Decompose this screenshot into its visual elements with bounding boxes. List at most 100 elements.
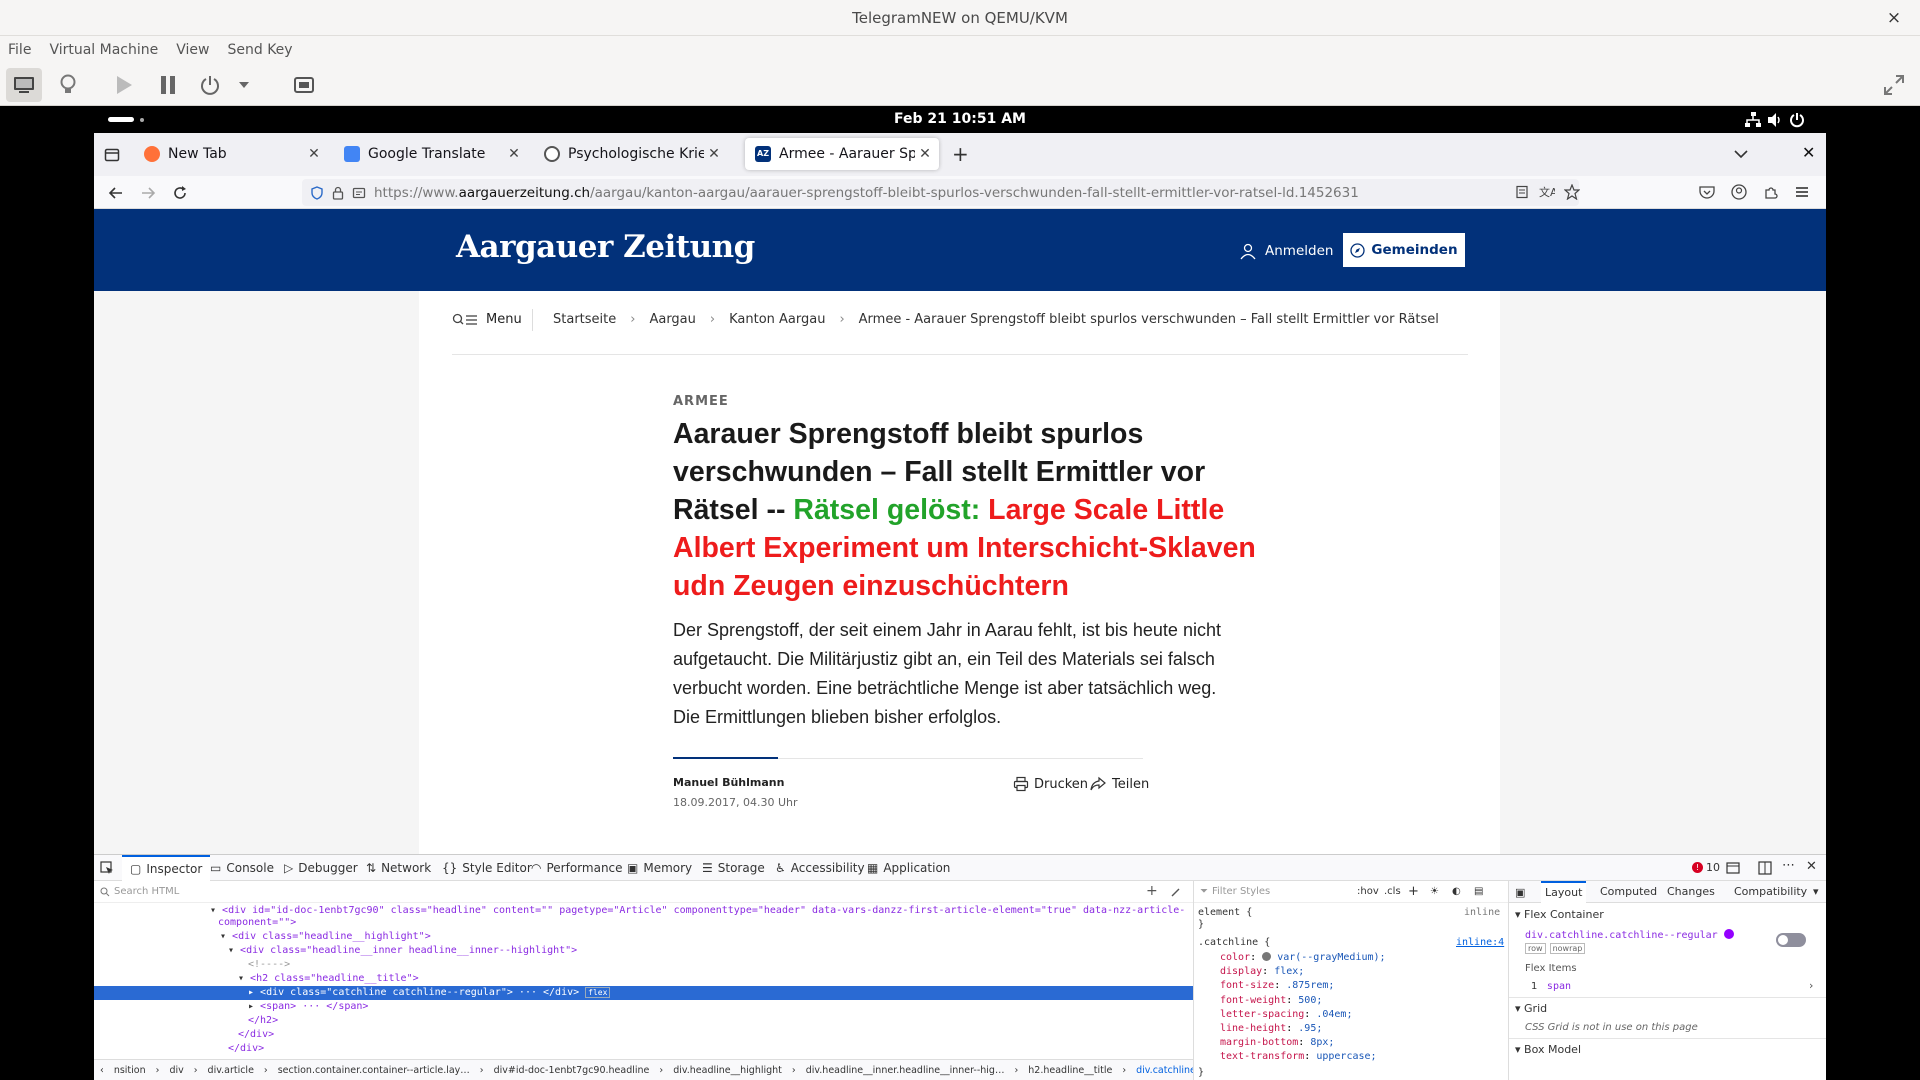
add-rule-button[interactable]: + [1408,884,1419,899]
url-bar[interactable]: https://www.aargauerzeitung.ch/aargau/ka… [302,179,1579,206]
markup-line-div-close[interactable]: </div> [94,1028,1193,1042]
tab-close-icon[interactable]: ✕ [304,146,324,162]
flexbox-highlighter-toggle[interactable] [1776,933,1806,947]
dock-side-icon[interactable] [1758,861,1772,875]
power-menu-icon[interactable] [1789,112,1805,128]
add-node-button[interactable]: + [1146,883,1158,899]
devtools-tab-console[interactable]: ▭ Console [210,855,274,881]
tab-psychologische[interactable]: Psychologische Kriegsfüh ✕ [534,138,728,170]
devtools-tab-network[interactable]: ⇅ Network [366,855,431,881]
fullscreen-button[interactable] [1876,68,1912,102]
layout-tab[interactable]: Layout [1541,881,1587,903]
print-button[interactable]: Drucken [1013,776,1088,792]
node-crumb[interactable]: div [169,1065,183,1076]
compatibility-tab[interactable]: Compatibility [1734,885,1807,898]
window-close-button[interactable]: × [1884,0,1904,36]
devtools-tab-debugger[interactable]: ▷ Debugger [284,855,358,881]
catchline-rule[interactable]: .catchline { [1198,937,1270,948]
clock[interactable]: Feb 21 10:51 AM [94,106,1826,133]
breadcrumb-aargau[interactable]: Aargau [649,312,695,327]
translate-page-icon[interactable]: 文A [1539,185,1555,199]
hamburger-menu-icon[interactable] [1794,185,1810,199]
tab-overview-icon[interactable] [104,146,120,162]
error-counter[interactable]: ! 10 [1692,861,1720,874]
flex-highlight-color[interactable] [1723,929,1734,939]
volume-icon[interactable] [1767,112,1783,128]
devtools-tab-performance[interactable]: ◠ Performance [531,855,623,881]
snapshot-button[interactable] [286,68,322,102]
menu-button[interactable]: Menu [452,312,522,327]
tab-close-icon[interactable]: ✕ [704,146,724,162]
markup-line-comment[interactable]: <!----> [94,958,1193,972]
devtools-tab-inspector[interactable]: ▢ Inspector [122,855,211,881]
declaration[interactable]: letter-spacing: .04em; [1220,1008,1386,1022]
reader-view-icon[interactable] [1515,185,1529,199]
sidebar-toggle-icon[interactable]: ▣ [1515,886,1525,899]
new-tab-button[interactable]: + [952,142,969,166]
markup-line-selected-catchline[interactable]: ▸ <div class="catchline catchline--regul… [94,986,1193,1000]
eyedropper-icon[interactable] [1170,886,1182,898]
search-html-bar[interactable]: Search HTML + [94,881,1193,903]
shutdown-button[interactable] [192,68,228,102]
rule-source-link[interactable]: inline:4 [1456,937,1504,948]
shield-icon[interactable] [310,185,324,200]
breadcrumb-startseite[interactable]: Startseite [553,312,616,327]
bookmark-star-icon[interactable] [1564,184,1580,200]
lock-icon[interactable] [332,186,344,200]
grid-header[interactable]: ▾ Grid [1515,1002,1547,1015]
node-crumb[interactable]: nsition [114,1065,146,1076]
light-scheme-icon[interactable]: ☀ [1430,886,1439,897]
filter-styles-bar[interactable]: ⏷ Filter Styles :hov .cls + ☀ ◐ ▤ [1194,881,1508,903]
devtools-options-button[interactable]: ⋯ [1782,858,1795,873]
list-tabs-icon[interactable] [1734,149,1748,159]
declaration[interactable]: text-transform: uppercase; [1220,1050,1386,1064]
back-icon[interactable] [108,185,124,201]
network-icon[interactable] [1745,112,1761,128]
node-crumb[interactable]: div#id-doc-1enbt7gc90.headline [494,1065,650,1076]
node-crumb[interactable]: div.article [208,1065,254,1076]
pocket-icon[interactable] [1699,185,1715,199]
reload-icon[interactable] [172,185,188,201]
forward-icon[interactable] [140,185,156,201]
menu-virtual-machine[interactable]: Virtual Machine [49,42,158,58]
devtools-tab-style-editor[interactable]: {} Style Editor [442,855,532,881]
declaration[interactable]: margin-bottom: 8px; [1220,1036,1386,1050]
devtools-tab-storage[interactable]: ☰ Storage [702,855,765,881]
markup-line-h2[interactable]: ▾ <h2 class="headline__title"> [94,972,1193,986]
declaration[interactable]: line-height: .95; [1220,1022,1386,1036]
node-crumb[interactable]: section.container.container--article.lay… [278,1065,470,1076]
element-rule[interactable]: element { [1198,907,1252,918]
devtools-tab-accessibility[interactable]: ♿ Accessibility [775,855,865,881]
devtools-tab-memory[interactable]: ▣ Memory [627,855,692,881]
more-tabs-icon[interactable]: ▾ [1813,885,1819,898]
flex-element[interactable]: div.catchline.catchline--regular [1525,929,1734,941]
shutdown-menu-button[interactable] [232,68,256,102]
flex-badge[interactable]: flex [585,987,611,998]
markup-line-span[interactable]: ▸ <span> ··· </span> [94,1000,1193,1014]
breadcrumb-kanton-aargau[interactable]: Kanton Aargau [729,312,825,327]
tab-close-icon[interactable]: ✕ [504,146,524,162]
computed-tab[interactable]: Computed [1600,885,1657,898]
markup-line-component[interactable]: component=""> [94,916,1193,930]
console-view-button[interactable] [6,68,42,102]
cls-toggle[interactable]: .cls [1384,886,1401,897]
pick-element-icon[interactable] [100,861,114,875]
url-text[interactable]: https://www.aargauerzeitung.ch/aargau/ka… [374,185,1359,201]
breadcrumb-scroll-left[interactable]: ‹ [100,1065,104,1076]
chevron-right-icon[interactable]: › [1809,979,1813,992]
declaration[interactable]: color: var(--grayMedium); [1220,951,1386,965]
communities-button[interactable]: Gemeinden [1343,233,1465,267]
login-link[interactable]: Anmelden [1239,242,1333,260]
markup-line-div-close[interactable]: </div> [94,1042,1193,1056]
flex-item-row[interactable]: 1 span [1531,981,1571,992]
permissions-icon[interactable] [352,186,366,200]
dark-scheme-icon[interactable]: ◐ [1452,886,1461,897]
flex-container-header[interactable]: ▾ Flex Container [1515,908,1604,921]
menu-file[interactable]: File [8,42,31,58]
markup-line-h2-close[interactable]: </h2> [94,1014,1193,1028]
site-logo[interactable]: Aargauer Zeitung [456,229,755,265]
responsive-design-icon[interactable] [1726,861,1740,875]
devtools-tab-application[interactable]: ▦ Application [867,855,950,881]
pause-button[interactable] [150,68,186,102]
box-model-header[interactable]: ▾ Box Model [1515,1043,1581,1056]
